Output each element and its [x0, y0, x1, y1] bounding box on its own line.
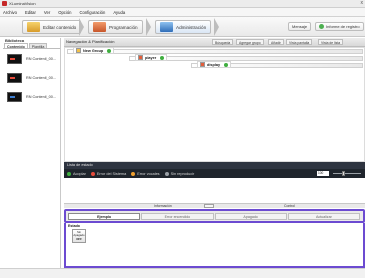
content-thumbnail	[7, 92, 22, 102]
status-filter-bar: Acoplar Error del Sistema Error vocales …	[64, 169, 365, 178]
log-report-button[interactable]: Informe de registro	[315, 22, 364, 31]
filter-connected[interactable]: Acoplar	[67, 171, 86, 176]
navigation-header: Navegación & Planificación Búsqueda Agre…	[64, 38, 365, 47]
control-tab-strip: Ejemplo Error encendido Apagado Actualiz…	[64, 209, 365, 223]
list-view-button[interactable]: Vista de lista	[318, 39, 344, 45]
menu-bar: Archivo Editar Ver Opción Configuración …	[0, 8, 365, 17]
connected-status-icon	[67, 171, 71, 176]
content-thumbnail	[7, 73, 22, 83]
window-close-button[interactable]: x	[361, 0, 364, 7]
navigation-title: Navegación & Planificación	[66, 39, 115, 44]
tab-error-encendido[interactable]: Error encendido	[141, 212, 214, 220]
menu-editar[interactable]: Editar	[25, 10, 36, 15]
menu-opcion[interactable]: Opción	[58, 10, 71, 15]
group-icon	[76, 48, 81, 53]
online-status-icon	[160, 55, 165, 60]
navigation-panel: Navegación & Planificación Búsqueda Agre…	[64, 38, 365, 203]
display-icon	[200, 62, 205, 67]
idle-status-icon	[164, 171, 169, 176]
administration-step-button[interactable]: Administración	[155, 20, 212, 34]
group-node[interactable]: New Group	[73, 47, 115, 54]
menu-configuracion[interactable]: Configuración	[80, 10, 106, 15]
filter-system-error[interactable]: Error del Sistema	[90, 171, 126, 176]
online-status-icon	[107, 48, 112, 53]
warning-status-icon	[131, 171, 136, 176]
tab-plantilla[interactable]: Plantilla	[28, 43, 48, 49]
message-button[interactable]: Mensaje	[288, 22, 312, 31]
library-item[interactable]: RN Contenil_00...	[7, 72, 56, 84]
add-button[interactable]: Añadir	[268, 39, 284, 45]
control-content: Estado Sin Apagado OFF	[64, 223, 365, 268]
add-group-button[interactable]: Agregar grupo	[236, 39, 264, 45]
state-list-label: Lista de estado	[64, 162, 365, 169]
workflow-toolbar: Editar contenido Programación Administra…	[0, 17, 365, 37]
content-thumbnail	[7, 54, 22, 64]
tab-apagado[interactable]: Apagado	[214, 212, 287, 220]
schedule-step-button[interactable]: Programación	[88, 20, 143, 34]
window-title: XLuminaVision	[9, 1, 36, 6]
app-logo-icon	[2, 1, 7, 6]
menu-ver[interactable]: Ver	[44, 10, 50, 15]
screen-view-button[interactable]: Vista pantalla	[286, 39, 313, 45]
power-status-card[interactable]: Sin Apagado OFF	[72, 229, 86, 243]
zoom-slider[interactable]	[333, 171, 361, 176]
tab-ejemplo[interactable]: Ejemplo	[68, 212, 141, 220]
zoom-select[interactable]: 100	[317, 171, 329, 176]
schedule-icon	[93, 22, 106, 32]
display-node[interactable]: display	[197, 61, 232, 68]
menu-archivo[interactable]: Archivo	[3, 10, 17, 15]
monitor-icon	[160, 22, 173, 32]
step-chevron-icon	[146, 18, 152, 36]
status-bar	[0, 268, 365, 278]
library-panel: Biblioteca Contenido Plantilla RN Conten…	[3, 38, 61, 278]
library-tabs: Contenido Plantilla	[3, 43, 60, 49]
slider-handle[interactable]	[342, 171, 345, 176]
online-status-icon	[224, 62, 229, 67]
tab-contenido[interactable]: Contenido	[4, 43, 28, 49]
group-tree-canvas[interactable]: New Group player display	[64, 47, 365, 162]
library-item[interactable]: RN Contenil_00...	[7, 91, 56, 103]
step-chevron-icon	[79, 18, 85, 36]
library-item[interactable]: RN Contenil_00...	[7, 53, 56, 65]
window-titlebar: XLuminaVision x	[0, 0, 365, 8]
filter-not-playing[interactable]: Sin reproducir	[164, 171, 194, 176]
edit-content-step-button[interactable]: Editar contenido	[22, 20, 82, 34]
edit-content-icon	[27, 22, 40, 32]
filter-warning[interactable]: Error vocales	[131, 171, 160, 176]
player-node[interactable]: player	[135, 54, 168, 61]
error-status-icon	[90, 171, 95, 176]
section-title: Estado	[68, 224, 80, 228]
report-status-icon	[319, 24, 324, 29]
search-tool-button[interactable]: Búsqueda	[212, 39, 234, 45]
step-chevron-icon	[214, 18, 220, 36]
menu-ayuda[interactable]: Ayuda	[113, 10, 125, 15]
player-icon	[138, 55, 143, 60]
tab-actualizar[interactable]: Actualizar	[287, 212, 360, 220]
